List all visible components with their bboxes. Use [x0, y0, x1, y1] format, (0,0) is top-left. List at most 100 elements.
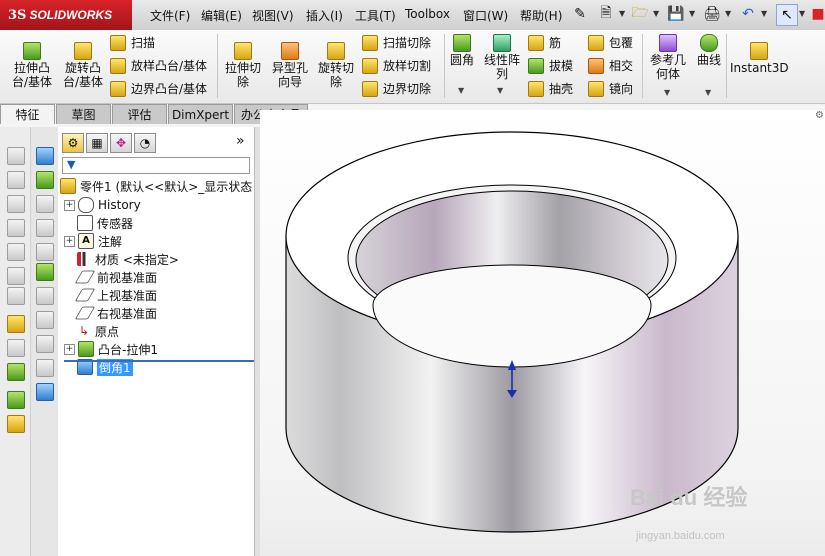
toolbar-icon[interactable] [36, 263, 54, 281]
linear-pattern-button[interactable]: 线性阵 列 [480, 34, 524, 81]
menu-toolbox[interactable]: Toolbox [405, 7, 450, 21]
property-manager-tab-icon[interactable]: ▦ [86, 133, 108, 153]
toolbar-icon[interactable] [7, 287, 25, 305]
rib-button[interactable]: 筋 [528, 34, 561, 51]
chevron-right-icon[interactable]: » [236, 133, 245, 149]
instant3d-button[interactable]: Instant3D [730, 42, 789, 75]
toolbar-icon[interactable] [36, 335, 54, 353]
extrude-cut-button[interactable]: 拉伸切 除 [220, 42, 266, 89]
tree-label: 凸台-拉伸1 [98, 342, 158, 357]
display-manager-tab-icon[interactable]: ◔ [134, 133, 156, 153]
undo-dropdown-icon[interactable]: ▼ [761, 9, 767, 18]
plane-icon [74, 306, 96, 320]
swept-cut-button[interactable]: 扫描切除 [362, 34, 431, 51]
toolbar-icon[interactable] [7, 219, 25, 237]
shell-button[interactable]: 抽壳 [528, 80, 573, 97]
table-icon[interactable] [36, 147, 54, 165]
fillet-button[interactable]: 圆角 [447, 34, 477, 67]
toolbar-icon[interactable] [7, 415, 25, 433]
reference-geometry-button[interactable]: 参考几 何体 [646, 34, 690, 81]
menu-insert[interactable]: 插入(I) [306, 7, 343, 24]
toolbar-icon[interactable] [36, 311, 54, 329]
extrude-boss-button[interactable]: 拉伸凸 台/基体 [6, 42, 58, 89]
toolbar-icon[interactable] [7, 339, 25, 357]
mirror-button[interactable]: 镜向 [588, 80, 633, 97]
draft-button[interactable]: 拔模 [528, 57, 573, 74]
undo-icon[interactable]: ↶ [738, 4, 758, 24]
toolbar-icon[interactable] [36, 287, 54, 305]
table-icon[interactable] [36, 383, 54, 401]
toolbar-icon[interactable] [7, 147, 25, 165]
toolbar-icon[interactable] [36, 359, 54, 377]
revolve-cut-button[interactable]: 旋转切 除 [313, 42, 359, 89]
save-icon[interactable]: 💾 [666, 4, 686, 24]
hole-wizard-button[interactable]: 异型孔 向导 [267, 42, 313, 89]
ref-geometry-dropdown-icon[interactable]: ▼ [664, 88, 670, 97]
revolve-boss-button[interactable]: 旋转凸 台/基体 [58, 42, 108, 89]
toolbar-icon[interactable] [36, 171, 54, 189]
tree-item-top-plane[interactable]: 上视基准面 [64, 286, 260, 304]
tree-item-boss-extrude[interactable]: + 凸台-拉伸1 [64, 340, 260, 358]
tree-item-right-plane[interactable]: 右视基准面 [64, 304, 260, 322]
open-folder-icon[interactable]: 🗁 [630, 4, 650, 24]
print-dropdown-icon[interactable]: ▼ [725, 9, 731, 18]
curves-button[interactable]: 曲线 [692, 34, 726, 67]
toolbar-icon[interactable] [36, 219, 54, 237]
tree-item-material[interactable]: 材质 <未指定> [64, 250, 260, 268]
feature-tree-tab-icon[interactable]: ⚙ [62, 133, 84, 153]
toolbar-icon[interactable] [7, 171, 25, 189]
sweep-button[interactable]: 扫描 [110, 34, 155, 51]
boundary-cut-button[interactable]: 边界切除 [362, 80, 431, 97]
new-dropdown-icon[interactable]: ▼ [619, 9, 625, 18]
menu-help[interactable]: 帮助(H) [520, 7, 562, 24]
tree-part-root[interactable]: 零件1 (默认<<默认>_显示状态 [60, 177, 256, 195]
menu-view[interactable]: 视图(V) [252, 7, 294, 24]
toolbar-icon[interactable] [7, 195, 25, 213]
curves-dropdown-icon[interactable]: ▼ [705, 88, 711, 97]
open-dropdown-icon[interactable]: ▼ [653, 9, 659, 18]
toolbar-icon[interactable] [36, 243, 54, 261]
save-dropdown-icon[interactable]: ▼ [689, 9, 695, 18]
lofted-cut-button[interactable]: 放样切割 [362, 57, 431, 74]
tree-item-history[interactable]: + History [64, 196, 260, 214]
tree-item-annotations[interactable]: + A 注解 [64, 232, 260, 250]
tree-item-origin[interactable]: ↳ 原点 [64, 322, 260, 340]
tree-item-sensors[interactable]: 传感器 [64, 214, 260, 232]
select-cursor-icon[interactable]: ↖ [776, 4, 798, 26]
new-document-icon[interactable]: 🗎 [596, 4, 616, 24]
menu-file[interactable]: 文件(F) [150, 7, 190, 24]
pin-icon[interactable]: ✎ [570, 4, 590, 24]
print-icon[interactable]: 🖨 [702, 4, 722, 24]
viewport-options-icon[interactable]: ⚙ [815, 110, 824, 121]
toolbar-icon[interactable] [36, 195, 54, 213]
intersect-button[interactable]: 相交 [588, 57, 633, 74]
tree-item-front-plane[interactable]: 前视基准面 [64, 268, 260, 286]
rebuild-icon[interactable]: ■ [808, 4, 825, 24]
toolbar-icon[interactable] [7, 363, 25, 381]
menu-edit[interactable]: 编辑(E) [201, 7, 242, 24]
rollback-bar[interactable] [64, 360, 254, 362]
tab-evaluate[interactable]: 评估 [112, 104, 167, 124]
boundary-boss-button[interactable]: 边界凸台/基体 [110, 80, 207, 97]
fillet-label: 圆角 [449, 53, 474, 67]
configuration-tab-icon[interactable]: ✥ [110, 133, 132, 153]
tab-sketch[interactable]: 草图 [56, 104, 111, 124]
toolbar-icon[interactable] [7, 243, 25, 261]
toolbar-icon[interactable] [7, 391, 25, 409]
select-dropdown-icon[interactable]: ▼ [799, 9, 805, 18]
expand-icon[interactable]: + [64, 235, 75, 247]
tab-features[interactable]: 特征 [0, 104, 55, 124]
menu-tools[interactable]: 工具(T) [355, 7, 396, 24]
fillet-dropdown-icon[interactable]: ▼ [458, 86, 464, 95]
expand-icon[interactable]: + [64, 199, 75, 211]
pattern-dropdown-icon[interactable]: ▼ [497, 86, 503, 95]
toolbar-icon[interactable] [7, 267, 25, 285]
loft-boss-button[interactable]: 放样凸台/基体 [110, 57, 207, 74]
menu-window[interactable]: 窗口(W) [463, 7, 508, 24]
wrap-button[interactable]: 包覆 [588, 34, 633, 51]
sketch-edit-icon[interactable] [7, 315, 25, 333]
linear-pattern-label: 线性阵 列 [483, 53, 520, 81]
expand-icon[interactable]: + [64, 343, 75, 355]
tab-dimxpert[interactable]: DimXpert [168, 104, 233, 124]
filter-field[interactable]: ▼ [62, 157, 250, 174]
